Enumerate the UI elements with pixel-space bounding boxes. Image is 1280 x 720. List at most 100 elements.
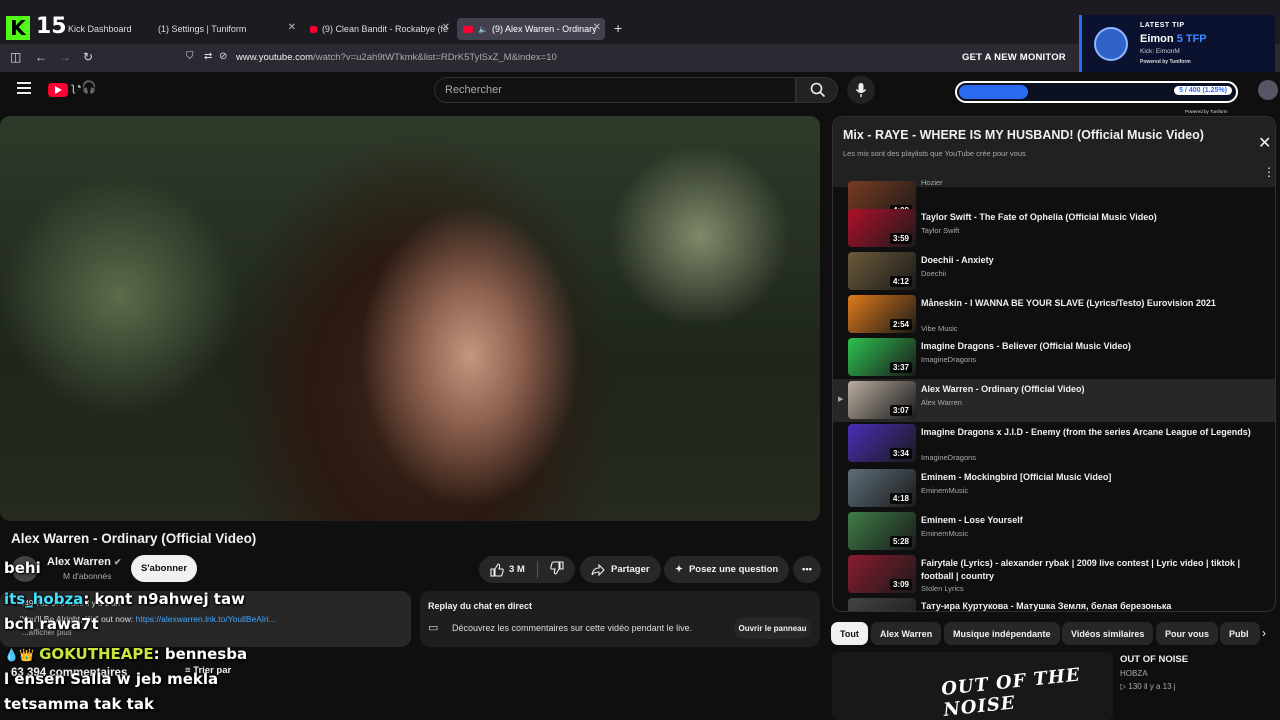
chevron-right-icon[interactable]: ›	[1262, 626, 1266, 640]
close-icon[interactable]: ✕	[288, 22, 296, 33]
playlist-item[interactable]: 4:12 Doechii - Anxiety Doechii	[833, 250, 1275, 293]
back-icon[interactable]: ←	[35, 50, 47, 64]
playlist-item-channel: EminemMusic	[921, 529, 969, 538]
duration-badge: 3:37	[889, 362, 912, 373]
tipper-name: Eimon	[1140, 33, 1174, 45]
youtube-favicon-icon	[310, 25, 317, 33]
close-icon[interactable]: ✕	[1258, 133, 1271, 153]
recommended-title[interactable]: OUT OF NOISE	[1120, 654, 1188, 665]
recommended-thumbnail[interactable]: OUT OF THE NOISE	[832, 652, 1113, 720]
playlist-thumbnail[interactable]: 2:54	[848, 295, 916, 333]
playlist-item-channel: Vibe Music	[921, 324, 958, 333]
kick-logo-icon: K	[6, 16, 30, 40]
tracking-icon[interactable]: ⊘	[219, 51, 227, 62]
subscribe-button[interactable]: S'abonner	[131, 555, 197, 582]
like-button[interactable]: 3 M	[490, 562, 525, 577]
filter-chip[interactable]: Musique indépendante	[944, 622, 1060, 645]
playlist-item[interactable]: 5:28 Eminem - Lose Yourself EminemMusic	[833, 510, 1275, 553]
playlist-thumbnail[interactable]: 3:59	[848, 209, 916, 247]
forward-icon[interactable]: →	[59, 50, 71, 64]
open-panel-button[interactable]: Ouvrir le panneau	[734, 617, 811, 639]
account-avatar[interactable]	[1258, 80, 1278, 100]
close-icon[interactable]: ✕	[593, 22, 601, 33]
chat-message: its_hobza: kont n9ahwej taw	[4, 590, 245, 608]
playlist-item[interactable]: ▶ 3:07 Alex Warren - Ordinary (Official Vi…	[833, 379, 1275, 422]
playlist-item-channel: Doechii	[921, 269, 947, 278]
playlist-item[interactable]: 3:37 Imagine Dragons - Believer (Official…	[833, 336, 1275, 379]
playlist-header: Mix - RAYE - WHERE IS MY HUSBAND! (Offic…	[833, 117, 1275, 187]
filter-chip[interactable]: Publ	[1220, 622, 1260, 645]
playlist-item[interactable]: 3:09 Fairytale (Lyrics) - alexander rybak…	[833, 553, 1275, 596]
playlist-thumbnail[interactable]: 3:09	[848, 555, 916, 593]
duration-badge: 3:34	[889, 448, 912, 459]
tip-kick: Kick: EimonM	[1140, 48, 1180, 55]
tip-name: Eimon 5 TFP	[1140, 33, 1207, 45]
description-link[interactable]: https://alexwarren.lnk.to/YoullBeAlri...	[136, 614, 276, 624]
duration-badge: 3:59	[889, 233, 912, 244]
voice-search-button[interactable]	[847, 76, 875, 104]
shield-icon[interactable]: ⛉	[186, 51, 194, 62]
like-count: 3 M	[509, 564, 525, 575]
goal-progress-text: 5 / 400 (1.25%)	[1174, 86, 1232, 95]
playlist-item[interactable]: 3:59 Taylor Swift - The Fate of Ophelia (…	[833, 207, 1275, 250]
playlist-item[interactable]: Тату-ира Куртукова - Матушка Земля, бела…	[833, 596, 1275, 611]
replay-title: Replay du chat en direct	[428, 601, 533, 611]
new-tab-icon[interactable]: +	[614, 20, 622, 36]
youtube-favicon-icon	[463, 25, 473, 33]
playlist-thumbnail[interactable]: 3:34	[848, 424, 916, 462]
filter-chip[interactable]: Vidéos similaires	[1062, 622, 1154, 645]
reload-icon[interactable]: ↻	[83, 50, 93, 64]
tab-clean-bandit[interactable]: (9) Clean Bandit - Rockabye (fe ✕	[304, 18, 454, 40]
playlist-thumbnail[interactable]: 4:12	[848, 252, 916, 290]
tip-powered: Powered by Tuniform	[1140, 59, 1191, 65]
tipper-avatar	[1094, 27, 1128, 61]
playlist-thumbnail[interactable]: 3:07	[848, 381, 916, 419]
filter-chip[interactable]: Tout	[831, 622, 868, 645]
playlist-thumbnail[interactable]: 4:18	[848, 469, 916, 507]
speaker-icon[interactable]: 🔈	[478, 25, 488, 34]
ask-question-button[interactable]: ✦ Posez une question	[664, 556, 790, 583]
recommended-channel[interactable]: HOBZA	[1120, 669, 1148, 678]
playlist-thumbnail[interactable]: 5:28	[848, 512, 916, 550]
share-button[interactable]: Partager	[580, 556, 661, 583]
more-actions-button[interactable]: •••	[793, 556, 821, 583]
more-vert-icon[interactable]: ⋮	[1263, 165, 1275, 179]
tab-alex-warren[interactable]: 🔈 (9) Alex Warren - Ordinary ✕	[457, 18, 605, 40]
video-player[interactable]	[0, 116, 820, 521]
filter-chip[interactable]: Alex Warren	[871, 622, 942, 645]
chat-message: l ensen Salla w jeb mekla	[4, 670, 218, 688]
menu-icon[interactable]	[17, 82, 31, 94]
dislike-button[interactable]	[550, 561, 564, 578]
duration-badge: 4:12	[889, 276, 912, 287]
playlist-item-title: Imagine Dragons - Believer (Official Mus…	[921, 341, 1131, 351]
sidebar-toggle-icon[interactable]: ◫	[10, 50, 21, 64]
close-icon[interactable]: ✕	[442, 22, 450, 33]
youtube-logo-icon[interactable]	[48, 83, 68, 97]
badge-icon: 💧👑	[4, 648, 34, 662]
search-placeholder: Rechercher	[445, 84, 502, 96]
chat-text: bch rawa7t	[4, 615, 99, 633]
more-icon: •••	[802, 564, 812, 575]
tab-kick-dashboard[interactable]: Kick Dashboard	[62, 18, 152, 40]
filter-chip[interactable]: Pour vous	[1156, 622, 1219, 645]
playlist-item[interactable]: 2:54 Måneskin - I WANNA BE YOUR SLAVE (Ly…	[833, 293, 1275, 336]
chat-icon: ▭	[428, 622, 439, 634]
permissions-icon[interactable]: ⇄	[204, 51, 212, 62]
search-input[interactable]: Rechercher	[434, 77, 796, 103]
tip-label: LATEST TIP	[1140, 22, 1185, 29]
playlist-thumbnail[interactable]: 3:37	[848, 338, 916, 376]
search-button[interactable]	[796, 77, 838, 103]
playlist-item[interactable]: 3:34 Imagine Dragons x J.I.D - Enemy (fro…	[833, 422, 1275, 465]
tab-settings[interactable]: (1) Settings | Tuniform ✕	[152, 18, 300, 40]
playlist-item-channel: EminemMusic	[921, 486, 969, 495]
channel-name[interactable]: Alex Warren ✔	[47, 556, 121, 568]
address-bar[interactable]: www.youtube.com/watch?v=u2ah9tWTkmk&list…	[236, 52, 557, 63]
donation-goal-bar: 5 / 400 (1.25%)	[955, 81, 1238, 103]
playlist-item-channel: Alex Warren	[921, 398, 962, 407]
get-monitor-button[interactable]: GET A NEW MONITOR	[962, 52, 1066, 63]
playlist-item[interactable]: 4:18 Eminem - Mockingbird [Official Music…	[833, 467, 1275, 510]
chat-replay-panel: Replay du chat en direct ▭ Découvrez les…	[420, 591, 820, 647]
playlist-title: Mix - RAYE - WHERE IS MY HUSBAND! (Offic…	[843, 128, 1204, 142]
playlist-item-title: Doechii - Anxiety	[921, 255, 994, 265]
playlist-thumbnail[interactable]	[848, 598, 916, 611]
